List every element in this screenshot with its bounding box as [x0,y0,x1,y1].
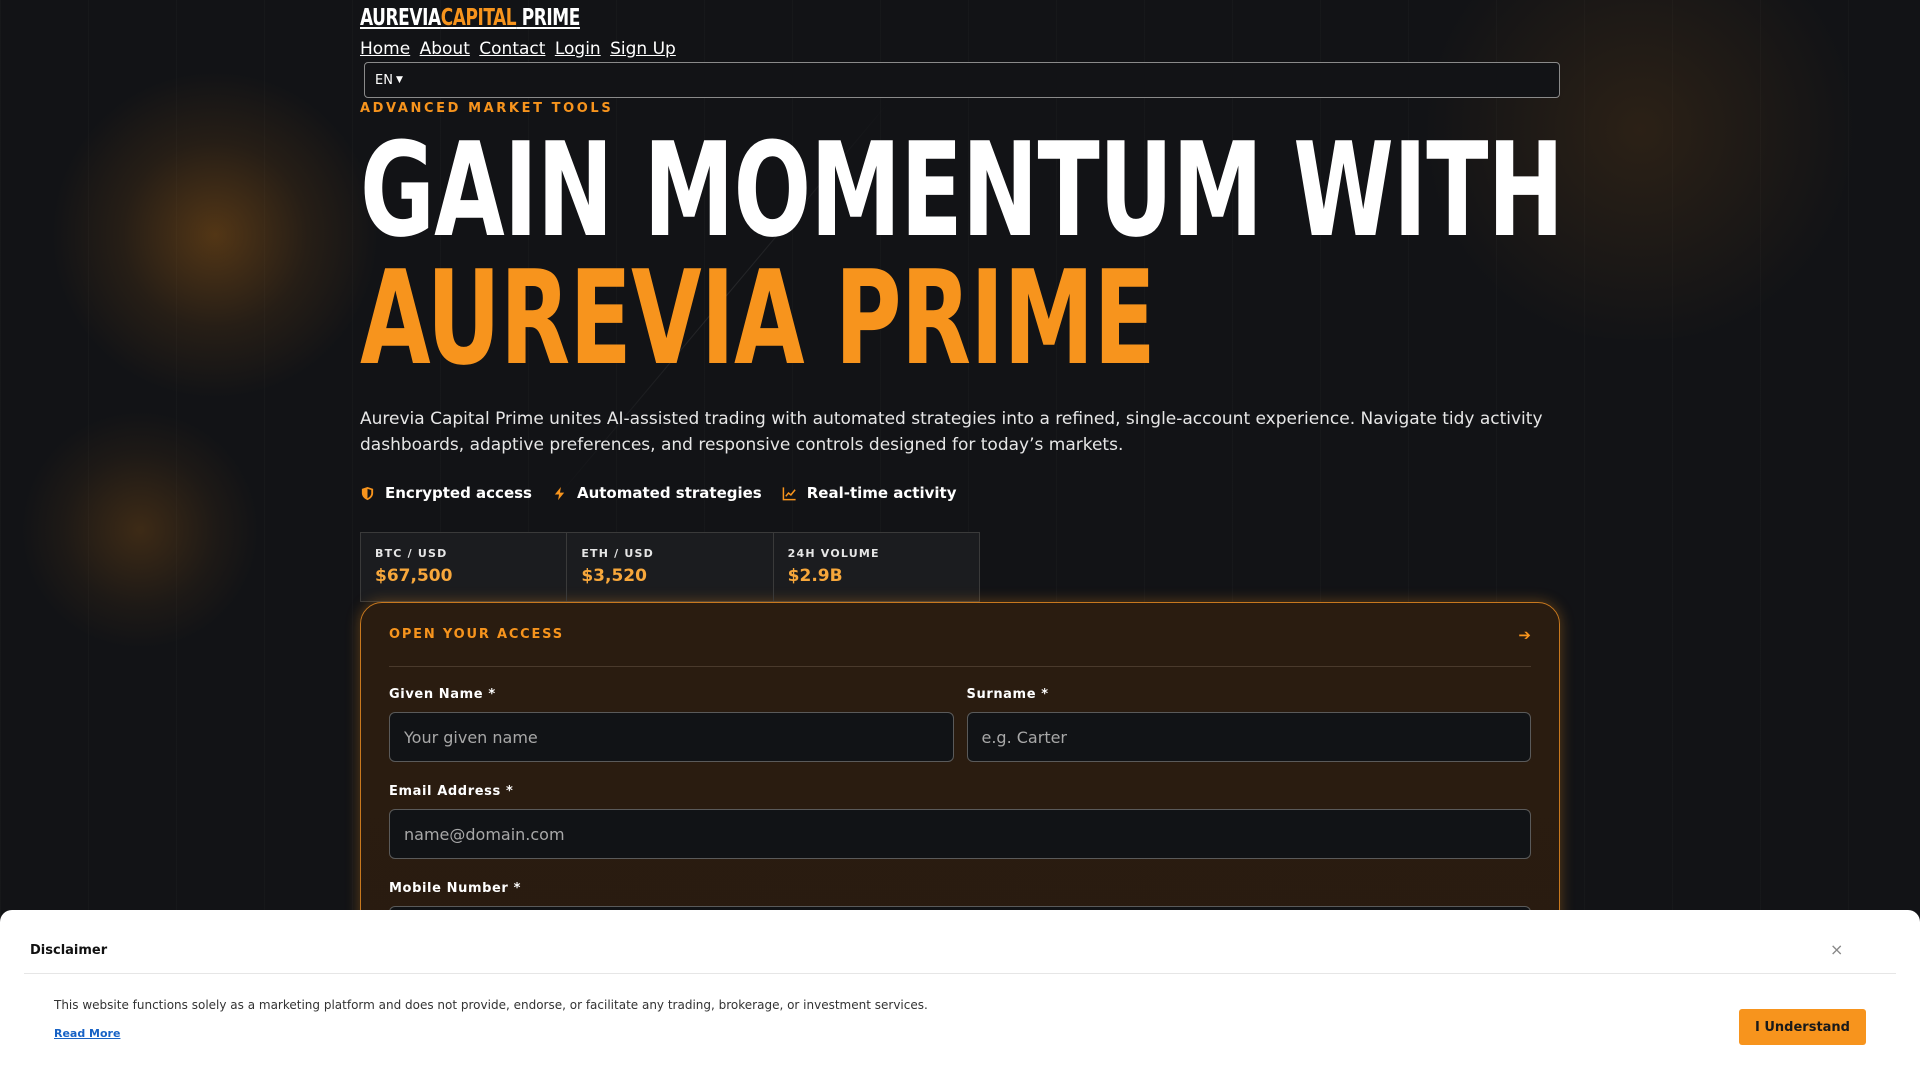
ticker-value: $2.9B [787,566,843,586]
form-title: OPEN YOUR ACCESS [389,627,564,642]
close-icon[interactable]: × [1830,940,1843,959]
ticker-btc: BTC / USD $67,500 [361,533,568,601]
feature-label: Automated strategies [576,484,762,502]
given-name-field: Given Name * [389,667,954,762]
arrow-right-icon: ➔ [1518,625,1531,644]
language-bar: EN ▼ [364,62,1560,98]
background-glow [20,410,260,650]
hero-description: Aurevia Capital Prime unites AI-assisted… [360,409,1543,455]
email-field: Email Address * [389,784,1531,859]
understand-button[interactable]: I Understand [1739,1009,1866,1045]
ticker-panel: BTC / USD $67,500 ETH / USD $3,520 24H V… [360,532,980,602]
given-name-label: Given Name * [389,687,496,702]
nav-signup[interactable]: Sign Up [610,39,676,59]
ticker-pair: 24H VOLUME [787,547,880,560]
given-name-input[interactable] [389,712,954,762]
email-input[interactable] [389,809,1531,859]
read-more-link[interactable]: Read More [54,1027,120,1040]
feature-item: Real-time activity [782,484,957,502]
caret-down-icon: ▼ [395,75,403,85]
language-selected: EN [375,72,393,88]
nav-home[interactable]: Home [360,39,410,59]
disclaimer-banner: Disclaimer × This website functions sole… [0,910,1920,1080]
surname-input[interactable] [966,712,1531,762]
nav-contact[interactable]: Contact [479,39,545,59]
hero-title-line2: AUREVIA PRIME [360,242,1156,394]
hero-title-line1: GAIN MOMENTUM WITH [360,114,1564,266]
disclaimer-title: Disclaimer [30,943,108,958]
feature-item: Automated strategies [552,484,762,502]
hero-title: GAIN MOMENTUM WITH AUREVIA PRIME [360,114,1564,394]
feature-label: Encrypted access [385,484,532,502]
background-glow [50,70,380,400]
chart-line-icon [782,486,796,500]
brand-name-part3: PRIME [516,5,581,31]
lightning-icon [554,486,565,500]
ticker-pair: ETH / USD [581,547,655,560]
disclaimer-text: This website functions solely as a marke… [54,998,928,1012]
ticker-value: $67,500 [375,566,453,586]
form-header: OPEN YOUR ACCESS ➔ [389,603,1531,667]
surname-field: Surname * [966,667,1531,762]
mobile-label: Mobile Number * [389,881,521,896]
brand-name-part1: AUREVIA [360,5,441,31]
ticker-pair: BTC / USD [375,547,448,560]
language-selector[interactable]: EN ▼ [375,73,403,88]
email-label: Email Address * [389,784,514,799]
feature-item: Encrypted access [360,484,532,502]
main-container: AUREVIACAPITAL PRIME Home About Contact … [360,0,1564,1022]
ticker-volume: 24H VOLUME $2.9B [774,533,979,601]
ticker-eth: ETH / USD $3,520 [567,533,774,601]
name-row: Given Name * Surname * [389,667,1531,762]
brand-name-part2: CAPITAL [440,5,517,31]
nav-login[interactable]: Login [555,39,601,59]
nav-about[interactable]: About [420,39,470,59]
top-nav: Home About Contact Login Sign Up [360,39,1560,59]
feature-label: Real-time activity [806,484,957,502]
ticker-value: $3,520 [581,566,647,586]
disclaimer-header [24,910,1896,974]
feature-list: Encrypted access Automated strategies Re… [360,484,1560,502]
shield-icon [361,486,374,500]
brand-logo[interactable]: AUREVIACAPITAL PRIME [360,4,580,32]
surname-label: Surname * [966,687,1049,702]
